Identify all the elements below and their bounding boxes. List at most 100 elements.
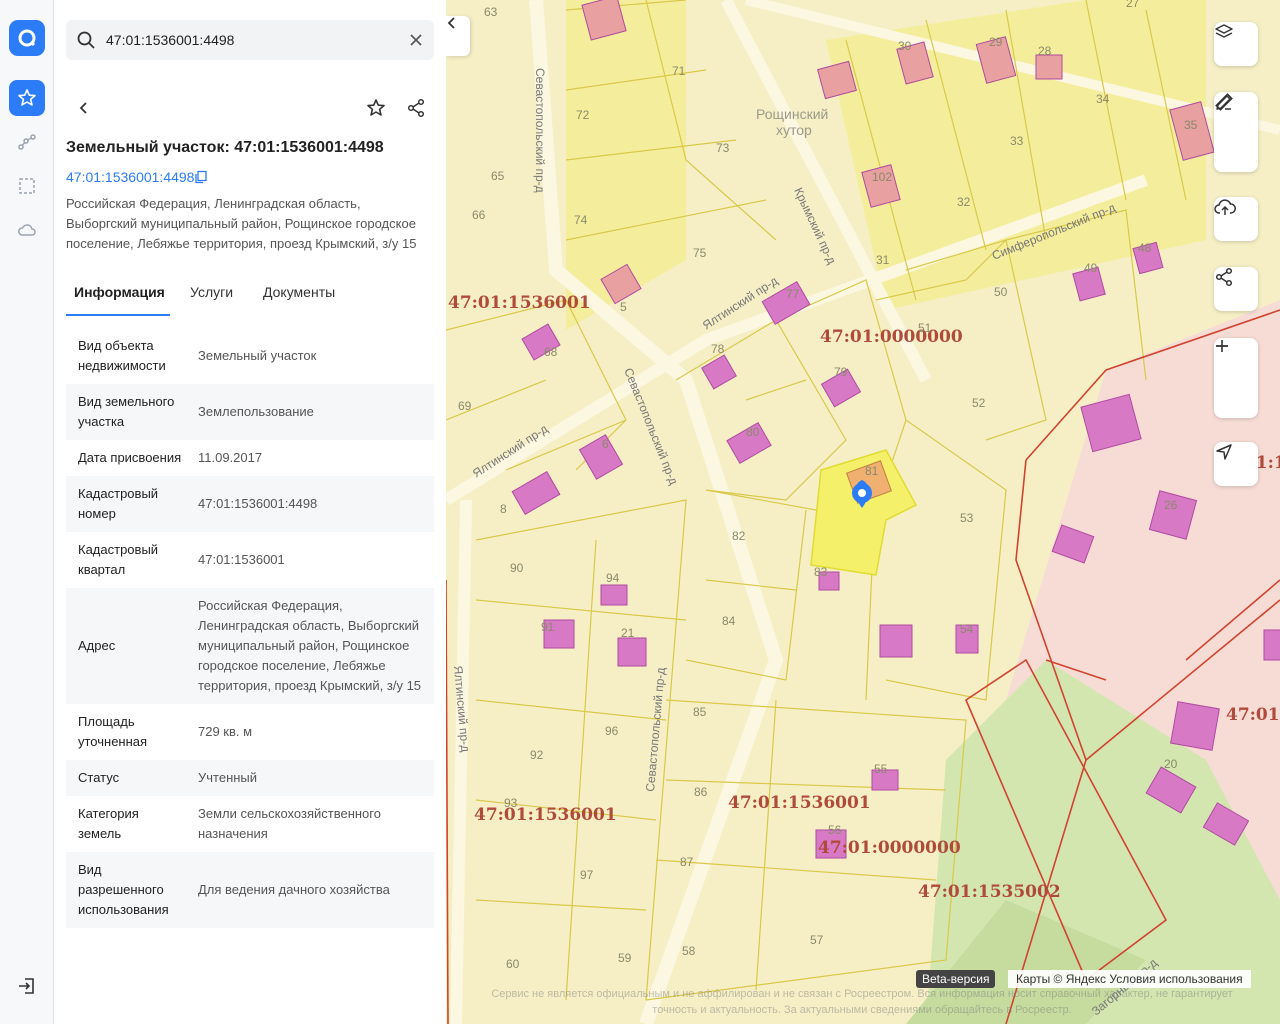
plot-number: 79 <box>834 365 848 379</box>
info-key: Категория земель <box>78 806 139 841</box>
info-value: 47:01:1536001 <box>198 552 285 567</box>
info-row: Площадь уточненная 729 кв. м <box>66 704 434 760</box>
cadastral-block-label: 47:01:0000000 <box>818 838 961 858</box>
plot-number: 51 <box>918 321 932 335</box>
plot-number: 8 <box>500 502 507 516</box>
logout-icon <box>19 978 34 994</box>
cloud-button[interactable] <box>9 212 45 248</box>
plot-number: 84 <box>722 614 736 628</box>
cadastral-block-label: 47:01:1536001 <box>728 793 871 813</box>
plot-number: 66 <box>472 208 486 222</box>
plot-number: 33 <box>1010 134 1024 148</box>
search-input[interactable] <box>106 20 396 60</box>
plot-number: 82 <box>732 529 746 543</box>
draw-button[interactable] <box>1214 95 1258 172</box>
route-icon <box>18 134 36 150</box>
plot-number: 27 <box>1126 0 1140 10</box>
cloud-icon <box>18 224 36 236</box>
share-icon <box>407 98 425 118</box>
info-panel: Земельный участок: 47:01:1536001:4498 47… <box>54 0 446 1024</box>
info-value: Для ведения дачного хозяйства <box>198 882 390 897</box>
plot-number: 92 <box>530 748 544 762</box>
cadastral-block-label: 47:01:1535002 <box>918 882 1061 902</box>
map-canvas[interactable]: Рощинский хутор Севастопольский пр-д Кры… <box>446 0 1280 1024</box>
info-key: Дата присвоения <box>78 450 182 465</box>
routes-button[interactable] <box>9 124 45 160</box>
plot-number: 75 <box>693 246 707 260</box>
info-key: Кадастровый квартал <box>78 542 159 577</box>
place-label: Рощинский <box>756 106 828 122</box>
cadastral-map[interactable]: Рощинский хутор Севастопольский пр-д Кры… <box>446 0 1280 1024</box>
info-row: Вид объекта недвижимости Земельный участо… <box>66 328 434 384</box>
plot-number: 86 <box>694 785 708 799</box>
chevron-left-icon <box>447 17 455 29</box>
plot-number: 80 <box>746 425 760 439</box>
plot-number: 60 <box>506 957 520 971</box>
back-button[interactable] <box>66 90 102 126</box>
info-key: Адрес <box>78 638 116 653</box>
map-share-button[interactable] <box>1214 267 1258 311</box>
plot-number: 81 <box>865 464 879 478</box>
app-logo[interactable] <box>9 20 45 56</box>
plot-number: 57 <box>810 933 824 947</box>
plot-number: 5 <box>620 300 627 314</box>
cadastral-number-link[interactable]: 47:01:1536001:4498 <box>66 169 194 185</box>
plot-number: 58 <box>682 944 696 958</box>
info-value: 729 кв. м <box>198 724 253 739</box>
place-label: хутор <box>776 122 812 138</box>
info-row: Категория земель Земли сельскохозяйственн… <box>66 796 434 852</box>
plot-number: 72 <box>576 108 590 122</box>
plot-number: 83 <box>814 565 828 579</box>
plot-number: 21 <box>621 626 635 640</box>
share-button[interactable] <box>398 90 434 126</box>
clear-icon[interactable] <box>406 30 426 50</box>
active-tab-indicator <box>66 314 170 316</box>
minus-icon <box>1216 345 1228 347</box>
tab-documents[interactable]: Документы <box>263 284 335 300</box>
plot-number: 74 <box>574 213 588 227</box>
info-table: Вид объекта недвижимости Земельный участо… <box>66 328 434 928</box>
logout-button[interactable] <box>9 968 45 1004</box>
layers-button[interactable] <box>1214 22 1258 66</box>
info-key: Кадастровый номер <box>78 486 159 521</box>
plot-number: 73 <box>716 141 730 155</box>
plot-number: 28 <box>1038 44 1052 58</box>
plot-number: 102 <box>872 170 892 184</box>
cadastral-block-label: 47:01: <box>1226 705 1280 725</box>
info-value: Землепользование <box>198 404 314 419</box>
plot-number: 91 <box>541 620 555 634</box>
cadastral-block-label: 47:01:0000000 <box>820 327 963 347</box>
plot-number: 52 <box>972 396 986 410</box>
plot-number: 20 <box>1164 757 1178 771</box>
cadastral-block-label: 47:01:1536001 <box>474 805 617 825</box>
select-area-button[interactable] <box>9 168 45 204</box>
edit-icon <box>1216 95 1231 110</box>
favorites-button[interactable] <box>9 80 45 116</box>
tab-bar: Информация Услуги Документы <box>66 284 434 316</box>
collapse-panel-button[interactable] <box>446 16 470 56</box>
info-row: Дата присвоения 11.09.2017 <box>66 440 434 476</box>
favorite-button[interactable] <box>358 90 394 126</box>
disclaimer-text: Сервис не является официальным и не аффи… <box>491 988 1233 1016</box>
plot-number: 87 <box>680 855 694 869</box>
info-row: Адрес Российская Федерация, Ленинградская… <box>66 588 434 704</box>
upload-button[interactable] <box>1214 197 1258 241</box>
plot-number: 94 <box>606 571 620 585</box>
plot-number: 54 <box>960 622 974 636</box>
plot-number: 63 <box>484 5 498 19</box>
geolocation-button[interactable] <box>1214 442 1258 486</box>
chevron-left-icon <box>79 102 87 114</box>
object-address: Российская Федерация, Ленинградская обла… <box>66 196 417 251</box>
tab-services[interactable]: Услуги <box>190 284 233 300</box>
plot-number: 34 <box>1096 92 1110 106</box>
copy-icon[interactable] <box>194 170 208 184</box>
plot-number: 71 <box>672 64 686 78</box>
zoom-out-button[interactable] <box>1214 345 1258 418</box>
info-row: Вид разрешенного использования Для ведени… <box>66 852 434 928</box>
plot-number: 29 <box>989 35 1003 49</box>
tab-information[interactable]: Информация <box>74 284 165 300</box>
plot-number: 69 <box>458 399 472 413</box>
share-icon <box>1215 267 1233 287</box>
info-key: Статус <box>78 770 120 785</box>
navigation-arrow-icon <box>1216 444 1232 460</box>
